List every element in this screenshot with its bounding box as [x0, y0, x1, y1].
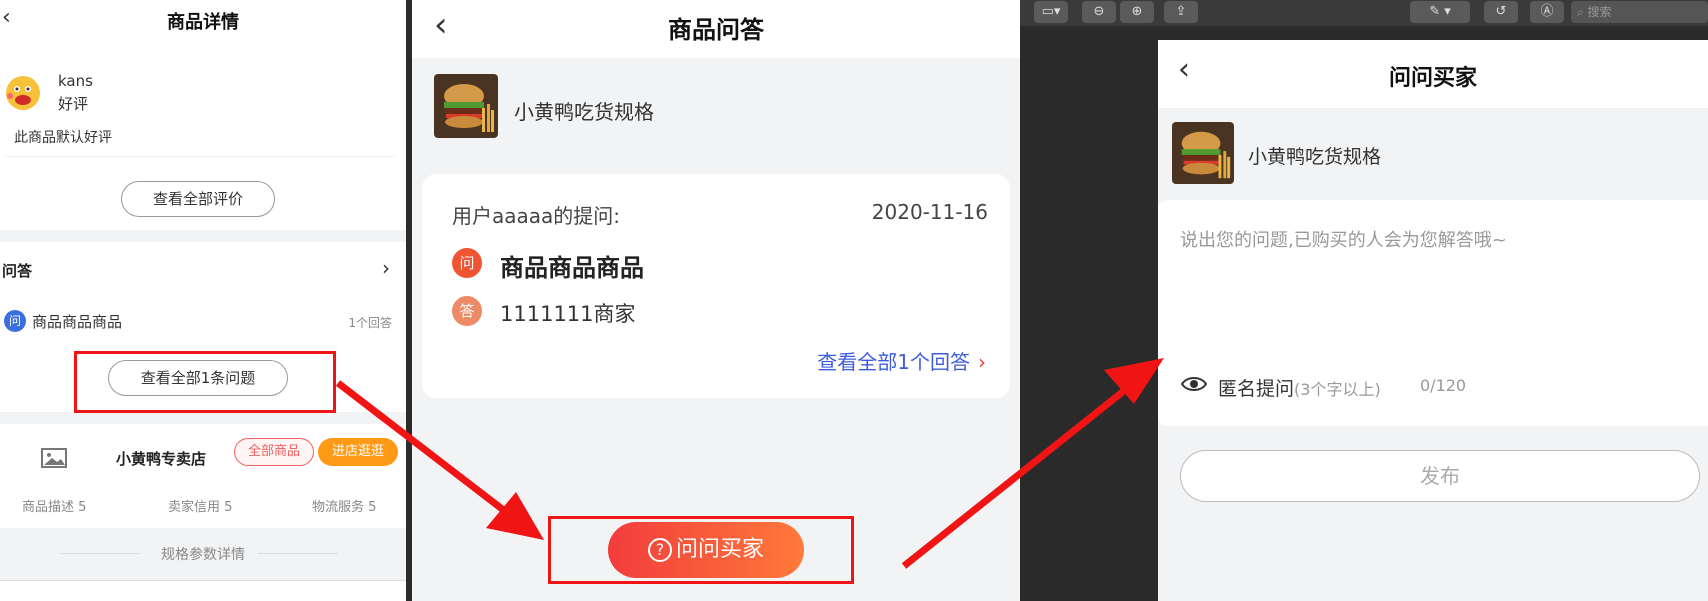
- chevron-right-icon[interactable]: ›: [978, 350, 986, 374]
- score-description: 商品描述 5: [22, 500, 87, 515]
- search-icon: ⌕: [1577, 5, 1588, 19]
- spec-label: 规格参数详情: [161, 547, 245, 563]
- page-title: 商品问答: [668, 16, 764, 44]
- p1-header: ‹ 商品详情: [0, 0, 406, 40]
- anonymous-hint: (3个字以上): [1294, 380, 1381, 399]
- sidebar-toggle-icon[interactable]: ▭▾: [1034, 1, 1068, 23]
- question-badge-icon: 问: [4, 310, 26, 332]
- view-all-reviews-button[interactable]: 查看全部评价: [121, 181, 275, 217]
- burger-thumbnail-icon: [434, 74, 498, 138]
- annotate-icon[interactable]: Ⓐ: [1530, 1, 1564, 23]
- chevron-right-icon[interactable]: ›: [382, 256, 390, 280]
- publish-button[interactable]: 发布: [1180, 450, 1700, 502]
- eye-icon[interactable]: [1180, 374, 1208, 394]
- question-text: 商品商品商品: [500, 254, 644, 282]
- rotate-icon[interactable]: ↺: [1484, 1, 1518, 23]
- zoom-out-icon[interactable]: ⊖: [1082, 1, 1116, 23]
- question-form: 说出您的问题,已购买的人会为您解答哦~ 匿名提问(3个字以上) 0/120: [1158, 200, 1708, 426]
- score-seller-credit: 卖家信用 5: [168, 500, 233, 515]
- anonymous-label[interactable]: 匿名提问: [1218, 378, 1294, 400]
- share-icon[interactable]: ⇪: [1164, 1, 1198, 23]
- visit-store-button[interactable]: 进店逛逛: [318, 438, 398, 466]
- char-counter: 0/120: [1420, 376, 1467, 395]
- p2-header: ‹ 商品问答: [412, 0, 1020, 58]
- spec-divider: 规格参数详情: [0, 540, 406, 570]
- score-logistics: 物流服务 5: [312, 500, 377, 515]
- page-title: 问问买家: [1388, 66, 1477, 91]
- search-placeholder: 搜索: [1587, 5, 1612, 19]
- review-comment: 此商品默认好评: [14, 130, 112, 146]
- view-all-answers-link[interactable]: 查看全部1个回答 ›: [817, 346, 986, 375]
- product-detail-panel: ‹ 商品详情 kans 好评 此商品默认好评 查看全部评价 问答 › 问 商品商…: [0, 0, 406, 601]
- question-date: 2020-11-16: [871, 200, 988, 224]
- toolbar-search-input[interactable]: ⌕ 搜索: [1571, 1, 1708, 23]
- question-badge-icon: 问: [452, 248, 482, 278]
- product-qa-panel: ‹ 商品问答 小黄鸭吃货规格 用户aaaaa的提问: 2020-11-16 问 …: [412, 0, 1020, 601]
- highlight-box-questions: [74, 351, 336, 413]
- view-all-answers-label[interactable]: 查看全部1个回答: [817, 350, 970, 374]
- product-name: 小黄鸭吃货规格: [514, 100, 654, 124]
- viewer-toolbar: ▭▾ ⊖ ⊕ ⇪ ✎ ▾ ↺ Ⓐ ⌕ 搜索: [1020, 0, 1708, 26]
- image-placeholder-icon: [41, 448, 67, 468]
- asker-label: 用户aaaaa的提问:: [452, 204, 621, 228]
- answer-badge-icon: 答: [452, 296, 482, 326]
- bottom-bar: [0, 580, 406, 601]
- divider: [6, 156, 394, 157]
- product-name: 小黄鸭吃货规格: [1248, 146, 1382, 168]
- store-name: 小黄鸭专卖店: [116, 450, 207, 468]
- burger-thumbnail-icon: [1172, 122, 1234, 184]
- anonymous-toggle[interactable]: 匿名提问(3个字以上): [1218, 374, 1381, 401]
- markup-pen-icon[interactable]: ✎ ▾: [1410, 1, 1470, 23]
- p3-header: ‹ 问问买家: [1158, 40, 1708, 108]
- avatar: [6, 76, 40, 110]
- qa-card: 用户aaaaa的提问: 2020-11-16 问 商品商品商品 答 111111…: [422, 174, 1010, 398]
- qa-section-title: 问答: [2, 262, 33, 280]
- highlight-box-ask-button: [548, 516, 854, 584]
- qa-answer-count: 1个回答: [348, 316, 392, 330]
- all-goods-button[interactable]: 全部商品: [234, 438, 314, 466]
- review-rating: 好评: [58, 95, 89, 113]
- qa-question-text[interactable]: 商品商品商品: [32, 311, 122, 332]
- review-user-name: kans: [58, 72, 93, 90]
- page-title: 商品详情: [167, 12, 239, 33]
- question-textarea[interactable]: 说出您的问题,已购买的人会为您解答哦~: [1180, 226, 1507, 252]
- ask-buyers-panel: ‹ 问问买家 小黄鸭吃货规格 说出您的问题,已购买的人会为您解答哦~ 匿名提问(…: [1158, 40, 1708, 601]
- zoom-in-icon[interactable]: ⊕: [1120, 1, 1154, 23]
- store-section: 小黄鸭专卖店 全部商品 进店逛逛 商品描述 5 卖家信用 5 物流服务 5: [0, 424, 406, 528]
- answer-text: 1111111商家: [500, 302, 636, 326]
- review-section: kans 好评 此商品默认好评 查看全部评价: [0, 40, 406, 230]
